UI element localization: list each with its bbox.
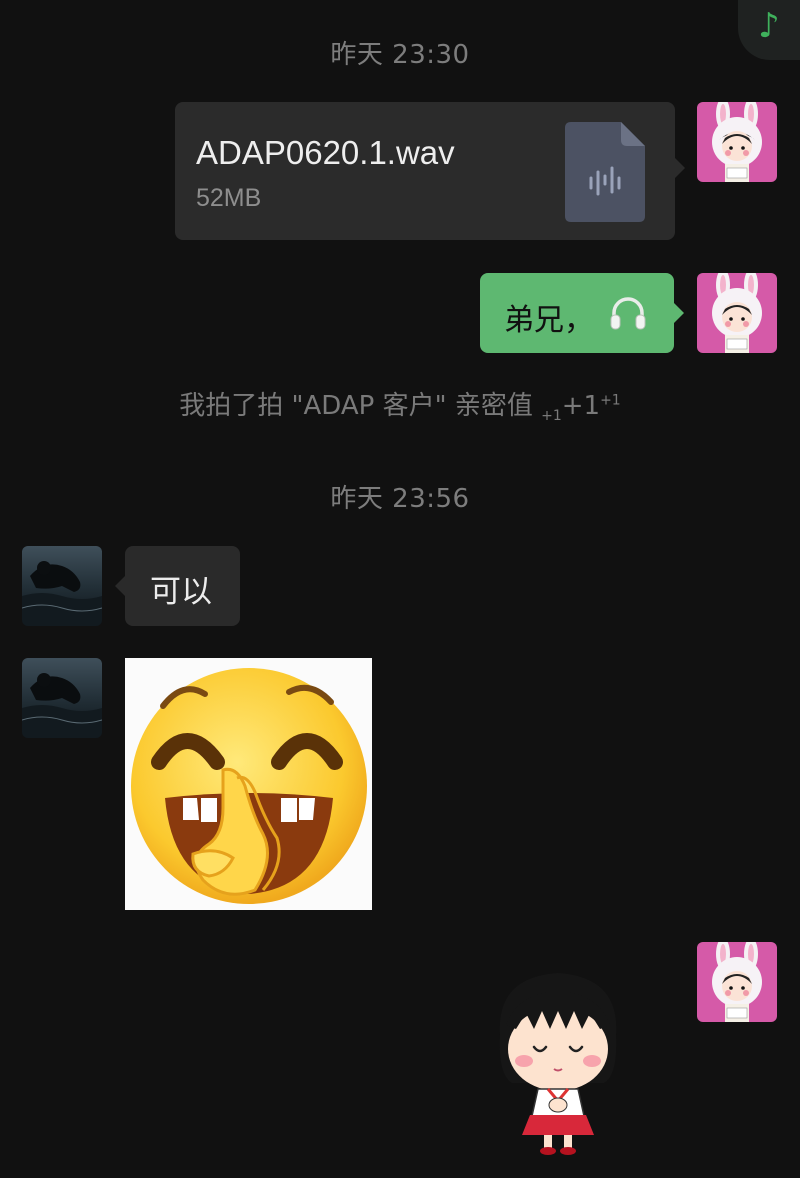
message-text: 可以	[150, 574, 212, 610]
laughing-clap-emoji-icon	[131, 668, 367, 904]
bunny-hood-girl-avatar[interactable]	[697, 102, 777, 182]
bunny-hood-girl-avatar[interactable]	[697, 942, 777, 1022]
timestamp: 昨天 23:30	[330, 40, 470, 70]
headphones-icon	[610, 297, 646, 330]
audio-file-icon	[565, 122, 645, 222]
system-pat-note: 我拍了拍 "ADAP 客户" 亲密值 +1+1+1	[0, 385, 800, 424]
incoming-text-bubble[interactable]: 可以	[125, 546, 240, 626]
outgoing-text-bubble[interactable]: 弟兄，	[480, 273, 674, 353]
chibi-girl-sticker[interactable]	[478, 965, 638, 1155]
pat-sub: +1	[541, 408, 562, 425]
bubble-tail	[674, 303, 684, 323]
file-size: 52MB	[196, 184, 262, 212]
emoji-sticker[interactable]	[125, 658, 372, 910]
message-text: 弟兄，	[504, 303, 594, 338]
file-name: ADAP0620.1.wav	[196, 134, 455, 171]
ocean-swimmer-avatar[interactable]	[22, 546, 102, 626]
bubble-tail	[115, 576, 125, 596]
pat-sup: +1	[600, 392, 621, 409]
ocean-swimmer-avatar[interactable]	[22, 658, 102, 738]
bunny-hood-girl-avatar[interactable]	[697, 273, 777, 353]
bubble-tail	[675, 158, 685, 178]
pat-main: +1	[561, 391, 601, 421]
file-message[interactable]: ADAP0620.1.wav 52MB	[175, 102, 675, 240]
pat-text: 我拍了拍 "ADAP 客户" 亲密值	[179, 391, 533, 421]
timestamp: 昨天 23:56	[330, 484, 470, 514]
